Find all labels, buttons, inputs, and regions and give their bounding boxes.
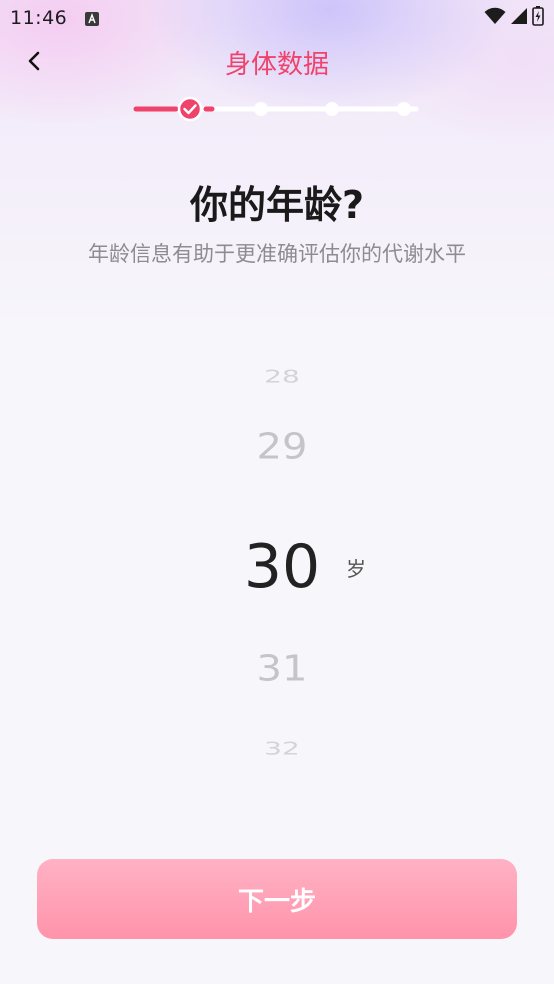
signal-icon xyxy=(510,7,528,29)
step-progress xyxy=(130,96,422,122)
progress-dot xyxy=(254,102,268,116)
page-title: 身体数据 xyxy=(224,50,329,80)
progress-dot xyxy=(325,102,339,116)
picker-option[interactable]: 31 xyxy=(0,649,554,689)
question-title: 你的年龄? xyxy=(189,183,365,227)
font-a-icon xyxy=(85,11,99,26)
status-icons xyxy=(484,6,544,30)
age-picker[interactable]: 28 29 30 岁 31 32 xyxy=(0,340,554,790)
next-button[interactable]: 下一步 xyxy=(37,859,517,939)
status-time: 11:46 xyxy=(10,7,68,29)
check-icon xyxy=(177,96,203,122)
status-bar: 11:46 xyxy=(0,0,554,36)
picker-unit: 岁 xyxy=(346,557,366,581)
picker-option[interactable]: 28 xyxy=(0,366,554,386)
picker-option[interactable]: 32 xyxy=(0,738,554,758)
progress-dot xyxy=(397,102,411,116)
wifi-icon xyxy=(484,7,506,29)
picker-option[interactable]: 29 xyxy=(0,427,554,467)
battery-icon xyxy=(532,6,544,30)
question-subtitle: 年龄信息有助于更准确评估你的代谢水平 xyxy=(88,242,466,266)
picker-option-selected[interactable]: 30 xyxy=(0,532,554,602)
